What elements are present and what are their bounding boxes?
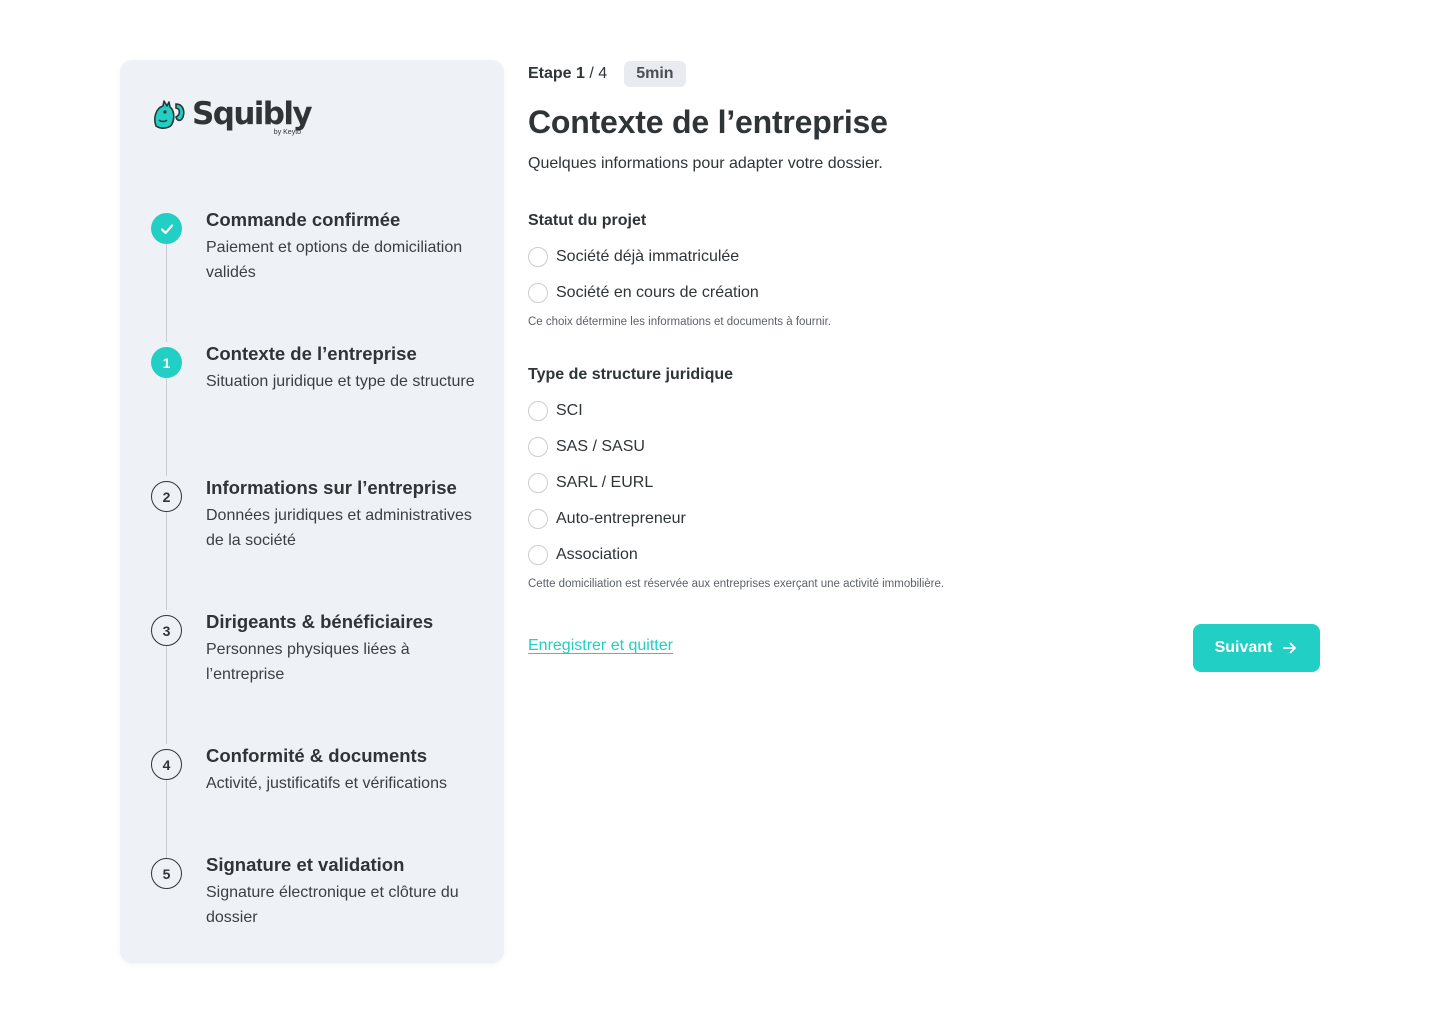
step-dirigeants-beneficiaires[interactable]: 3 Dirigeants & bénéficiaires Personnes p… [150,610,490,700]
step-description: Situation juridique et type de structure [206,373,475,390]
step-indicator: Etape 1 / 4 5min [528,60,1320,88]
step-total: / 4 [589,65,608,82]
step-contexte-entreprise[interactable]: 1 Contexte de l’entreprise Situation jur… [150,342,490,432]
brand-name: Squibly [192,96,313,132]
brand-logo: Squibly by Keyto [150,96,313,140]
step-commande-confirmee[interactable]: Commande confirmée Paiement et options d… [150,208,490,298]
radio-label: Société déjà immatriculée [556,248,740,265]
radio-option-association[interactable]: Association [528,537,1320,573]
step-description: Paiement et options de domiciliation val… [206,239,463,281]
sidebar: Squibly by Keyto Commande confirmée Paie… [120,60,504,963]
project-status-hint: Ce choix détermine les informations et d… [528,316,831,328]
radio-label: Auto-entrepreneur [556,510,686,527]
step-counter: Etape 1 / 4 [528,65,607,83]
radio-button[interactable] [528,401,548,421]
radio-option-sarl-eurl[interactable]: SARL / EURL [528,465,1320,501]
step-title: Contexte de l’entreprise [206,343,417,364]
squirrel-icon [154,100,185,129]
step-title: Commande confirmée [206,209,401,230]
save-and-quit-link[interactable]: Enregistrer et quitter [528,637,673,655]
radio-label: SCI [556,402,583,419]
legal-structure-options: SCI SAS / SASU SARL / EURL Auto-entrepre… [528,393,1320,573]
radio-label: Société en cours de création [556,284,759,301]
radio-option-societe-immatriculee[interactable]: Société déjà immatriculée [528,239,1320,275]
legal-structure-hint: Cette domiciliation est réservée aux ent… [528,578,945,590]
check-icon [160,223,173,234]
step-conformite-documents[interactable]: 4 Conformité & documents Activité, justi… [150,744,490,834]
step-description: Signature électronique et clôture du dos… [206,884,459,926]
radio-button[interactable] [528,545,548,565]
main-form: Etape 1 / 4 5min Contexte de l’entrepris… [528,60,1320,672]
radio-option-sci[interactable]: SCI [528,393,1320,429]
step-description: Données juridiques et administratives de… [206,507,472,549]
radio-button[interactable] [528,473,548,493]
radio-button[interactable] [528,437,548,457]
project-status-title: Statut du projet [528,212,647,229]
radio-label: Association [556,546,638,563]
radio-button[interactable] [528,283,548,303]
step-marker: 4 [151,749,182,780]
next-button-label: Suivant [1214,639,1273,656]
step-informations-entreprise[interactable]: 2 Informations sur l’entreprise Données … [150,476,490,566]
step-marker-active: 1 [151,347,182,378]
step-current: 1 [576,65,585,82]
step-title: Informations sur l’entreprise [206,477,457,498]
radio-option-sas-sasu[interactable]: SAS / SASU [528,429,1320,465]
radio-button[interactable] [528,509,548,529]
radio-label: SARL / EURL [556,474,654,491]
step-title: Dirigeants & bénéficiaires [206,611,434,632]
step-title: Conformité & documents [206,745,427,766]
duration-badge: 5min [624,61,686,87]
step-signature-validation[interactable]: 5 Signature et validation Signature élec… [150,853,490,943]
step-marker: 3 [151,615,182,646]
form-actions: Enregistrer et quitter Suivant [528,624,1320,672]
step-marker: 2 [151,481,182,512]
step-marker: 5 [151,858,182,889]
brand-tagline: by Keyto [273,129,302,136]
next-button[interactable]: Suivant [1193,624,1320,672]
step-title: Signature et validation [206,854,405,875]
radio-option-auto-entrepreneur[interactable]: Auto-entrepreneur [528,501,1320,537]
step-description: Activité, justificatifs et vérifications [206,775,447,792]
radio-button[interactable] [528,247,548,267]
page-title: Contexte de l’entreprise [528,104,888,140]
radio-option-societe-en-creation[interactable]: Société en cours de création [528,275,1320,311]
step-description: Personnes physiques liées à l’entreprise [206,641,410,683]
arrow-right-icon [1283,642,1297,654]
project-status-options: Société déjà immatriculée Société en cou… [528,239,1320,311]
legal-structure-title: Type de structure juridique [528,366,734,383]
radio-label: SAS / SASU [556,438,645,455]
step-label: Etape [528,65,572,82]
step-marker-done [151,213,182,244]
page-subtitle: Quelques informations pour adapter votre… [528,155,883,172]
